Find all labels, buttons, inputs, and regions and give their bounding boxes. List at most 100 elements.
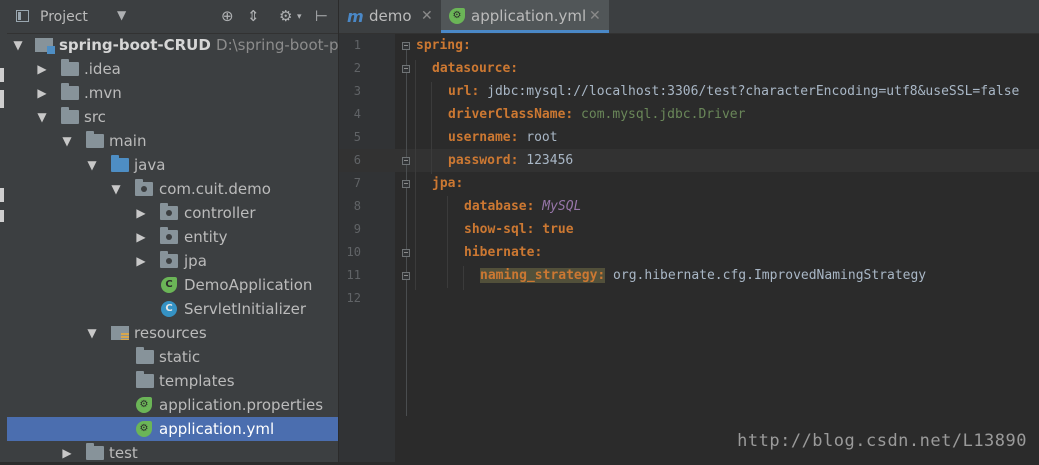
collapsed-arrow-icon[interactable]: ▶ [35, 81, 49, 105]
tree-item-jpa[interactable]: ▶ jpa [7, 249, 338, 273]
fold-marker-icon[interactable] [402, 65, 410, 73]
project-view-selector-label[interactable]: Project [40, 9, 88, 25]
gear-dropdown-icon[interactable]: ▾ [297, 12, 302, 22]
yaml-value: com.mysql.jdbc.Driver [573, 107, 746, 122]
yaml-key: show-sql: [464, 222, 535, 237]
maven-module-icon: m [347, 7, 364, 26]
tool-strip-marker [0, 188, 4, 202]
tab-demo[interactable]: m demo ✕ [339, 0, 441, 33]
module-folder-icon [35, 38, 55, 54]
tree-item-label: com.cuit.demo [159, 180, 271, 198]
fold-end-icon[interactable] [402, 157, 410, 165]
yaml-key: database: [464, 199, 535, 214]
yaml-key: spring: [416, 38, 471, 53]
collapsed-arrow-icon[interactable]: ▶ [134, 201, 148, 225]
expanded-arrow-icon[interactable]: ▼ [60, 129, 74, 153]
tree-item-main[interactable]: ▼ main [7, 129, 338, 153]
fold-marker-icon[interactable] [402, 249, 410, 257]
spring-config-icon: ⚙ [449, 8, 465, 24]
expanded-arrow-icon[interactable]: ▼ [11, 33, 25, 57]
tree-item-resources[interactable]: ▼ resources [7, 321, 338, 345]
code-line: driverClassName: com.mysql.jdbc.Driver [448, 103, 745, 126]
collapsed-arrow-icon[interactable]: ▶ [134, 225, 148, 249]
tree-item-application-properties[interactable]: ⚙ application.properties [7, 393, 338, 417]
indent-guide [415, 60, 416, 290]
hide-panel-icon[interactable]: ⊢ [315, 7, 328, 25]
yaml-key: datasource: [432, 61, 519, 76]
line-number: 9 [353, 222, 361, 236]
yaml-value: true [534, 222, 574, 237]
editor-tab-bar: m demo ✕ ⚙ application.yml ✕ [339, 0, 1039, 34]
resources-folder-icon [111, 326, 129, 340]
code-line: spring: [416, 34, 471, 57]
line-number: 2 [353, 61, 361, 75]
tree-item-label: templates [159, 372, 235, 390]
collapsed-arrow-icon[interactable]: ▶ [35, 57, 49, 81]
code-line: naming_strategy: org.hibernate.cfg.Impro… [480, 264, 926, 287]
fold-end-icon[interactable] [402, 272, 410, 280]
code-line: datasource: [432, 57, 518, 80]
tree-item-com-cuit-demo[interactable]: ▼ com.cuit.demo [7, 177, 338, 201]
folder-icon [136, 347, 154, 364]
gear-icon[interactable]: ⚙ [279, 7, 292, 25]
fold-guide [406, 50, 407, 416]
tree-item-mvn[interactable]: ▶ .mvn [7, 81, 338, 105]
tree-item-static[interactable]: static [7, 345, 338, 369]
code-line: username: root [448, 126, 558, 149]
current-line-highlight [339, 149, 1039, 172]
tree-item-label: application.properties [159, 396, 324, 414]
code-line: password: 123456 [448, 149, 573, 172]
project-view-icon [16, 10, 29, 22]
tree-item-controller[interactable]: ▶ controller [7, 201, 338, 225]
fold-marker-icon[interactable] [402, 180, 410, 188]
tab-application-yml[interactable]: ⚙ application.yml ✕ [441, 0, 609, 33]
tree-item-application-yml[interactable]: ⚙ application.yml [7, 417, 338, 441]
close-icon[interactable]: ✕ [589, 0, 601, 33]
chevron-down-icon[interactable]: ▼ [117, 8, 126, 22]
folder-icon [136, 371, 154, 388]
tab-label: application.yml [471, 7, 587, 25]
tree-item-label: test [109, 444, 138, 462]
folder-icon [86, 443, 104, 460]
line-number: 10 [346, 245, 361, 259]
line-number: 8 [353, 199, 361, 213]
scroll-from-source-icon[interactable]: ⊕ [221, 7, 234, 25]
tree-item-java[interactable]: ▼ java [7, 153, 338, 177]
tree-item-idea[interactable]: ▶ .idea [7, 57, 338, 81]
line-number: 12 [346, 291, 361, 305]
tree-item-demo-application[interactable]: C DemoApplication [7, 273, 338, 297]
tree-item-label: controller [184, 204, 256, 222]
folder-icon [61, 59, 79, 76]
code-line: show-sql: true [464, 218, 574, 241]
expanded-arrow-icon[interactable]: ▼ [85, 321, 99, 345]
package-icon [160, 227, 178, 244]
tree-item-entity[interactable]: ▶ entity [7, 225, 338, 249]
close-icon[interactable]: ✕ [421, 0, 433, 33]
expanded-arrow-icon[interactable]: ▼ [109, 177, 123, 201]
collapsed-arrow-icon[interactable]: ▶ [60, 441, 74, 465]
class-icon: C [161, 301, 177, 317]
tree-item-test[interactable]: ▶ test [7, 441, 338, 465]
collapse-all-icon[interactable]: ⇕ [247, 7, 260, 25]
tree-item-servlet-initializer[interactable]: C ServletInitializer [7, 297, 338, 321]
tree-item-label: src [84, 108, 106, 126]
tree-item-label: entity [184, 228, 228, 246]
yaml-key: hibernate: [464, 245, 543, 260]
indent-guide [463, 266, 464, 290]
tree-item-templates[interactable]: templates [7, 369, 338, 393]
tree-item-label: application.yml [159, 420, 275, 438]
yaml-key: driverClassName: [448, 107, 574, 122]
code-line: jpa: [432, 172, 463, 195]
indent-guide [447, 196, 448, 288]
fold-marker-icon[interactable] [402, 42, 410, 50]
tree-item-spring-boot-crud[interactable]: ▼ spring-boot-CRUD D:\spring-boot-pr [7, 33, 345, 57]
line-number: 7 [353, 176, 361, 190]
tree-item-label: .mvn [84, 84, 122, 102]
tool-strip-marker [0, 210, 4, 222]
expanded-arrow-icon[interactable]: ▼ [85, 153, 99, 177]
watermark: http://blog.csdn.net/L13890 [737, 431, 1027, 451]
expanded-arrow-icon[interactable]: ▼ [35, 105, 49, 129]
collapsed-arrow-icon[interactable]: ▶ [134, 249, 148, 273]
module-path: D:\spring-boot-pr [216, 36, 345, 54]
tree-item-src[interactable]: ▼ src [7, 105, 338, 129]
